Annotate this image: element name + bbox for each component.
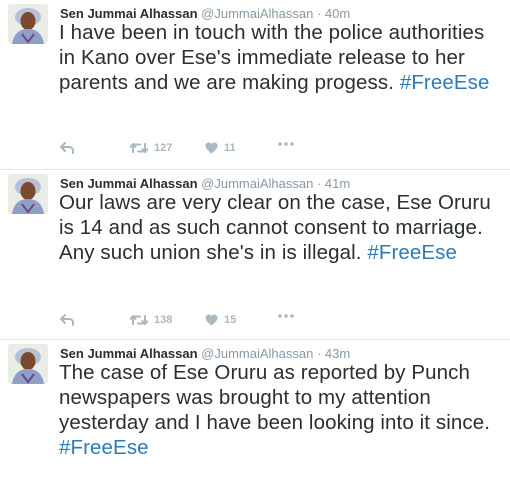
- heart-icon: [205, 142, 218, 154]
- tweet-timeline: Sen Jummai Alhassan @JummaiAlhassan · 40…: [0, 0, 510, 483]
- tweet[interactable]: Sen Jummai Alhassan @JummaiAlhassan · 43…: [0, 340, 510, 483]
- hashtag-link[interactable]: #FreeEse: [59, 436, 149, 459]
- tweet[interactable]: Sen Jummai Alhassan @JummaiAlhassan · 40…: [0, 0, 510, 170]
- author-name[interactable]: Sen Jummai Alhassan: [60, 176, 198, 191]
- retweet-button[interactable]: 127: [130, 142, 172, 154]
- retweet-button[interactable]: 138: [130, 314, 172, 326]
- like-count: 15: [224, 314, 237, 326]
- separator: ·: [316, 346, 322, 361]
- reply-icon: [60, 142, 74, 154]
- separator: ·: [316, 176, 322, 191]
- like-count: 11: [224, 142, 236, 154]
- retweet-icon: [130, 314, 148, 326]
- hashtag-link[interactable]: #FreeEse: [367, 241, 457, 264]
- reply-button[interactable]: [60, 314, 74, 326]
- author-handle[interactable]: @JummaiAlhassan: [201, 6, 313, 21]
- tweet-header: Sen Jummai Alhassan @JummaiAlhassan · 41…: [60, 176, 350, 191]
- timestamp[interactable]: 41m: [325, 176, 350, 191]
- tweet[interactable]: Sen Jummai Alhassan @JummaiAlhassan · 41…: [0, 170, 510, 340]
- like-button[interactable]: 15: [205, 314, 236, 326]
- author-name[interactable]: Sen Jummai Alhassan: [60, 6, 198, 21]
- avatar[interactable]: [8, 4, 48, 44]
- like-button[interactable]: 11: [205, 142, 236, 154]
- tweet-header: Sen Jummai Alhassan @JummaiAlhassan · 43…: [60, 346, 350, 361]
- retweet-count: 138: [154, 314, 173, 326]
- more-button[interactable]: [278, 142, 294, 146]
- hashtag-link[interactable]: #FreeEse: [400, 71, 490, 94]
- tweet-text: Our laws are very clear on the case, Ese…: [59, 190, 504, 265]
- more-button[interactable]: [278, 314, 294, 318]
- reply-button[interactable]: [60, 142, 74, 154]
- author-name[interactable]: Sen Jummai Alhassan: [60, 346, 198, 361]
- heart-icon: [205, 314, 218, 326]
- tweet-actions: 138 15: [60, 314, 500, 332]
- tweet-header: Sen Jummai Alhassan @JummaiAlhassan · 40…: [60, 6, 350, 21]
- separator: ·: [316, 6, 322, 21]
- retweet-count: 127: [154, 142, 173, 154]
- author-handle[interactable]: @JummaiAlhassan: [201, 346, 313, 361]
- tweet-body: The case of Ese Oruru as reported by Pun…: [59, 361, 491, 434]
- tweet-actions: 127 11: [60, 142, 500, 160]
- tweet-text: The case of Ese Oruru as reported by Pun…: [59, 360, 504, 460]
- avatar[interactable]: [8, 174, 48, 214]
- avatar[interactable]: [8, 344, 48, 384]
- author-handle[interactable]: @JummaiAlhassan: [201, 176, 313, 191]
- tweet-text: I have been in touch with the police aut…: [59, 20, 504, 95]
- reply-icon: [60, 314, 74, 326]
- retweet-icon: [130, 142, 148, 154]
- more-icon: [278, 142, 294, 146]
- more-icon: [278, 314, 294, 318]
- timestamp[interactable]: 40m: [325, 6, 350, 21]
- timestamp[interactable]: 43m: [325, 346, 350, 361]
